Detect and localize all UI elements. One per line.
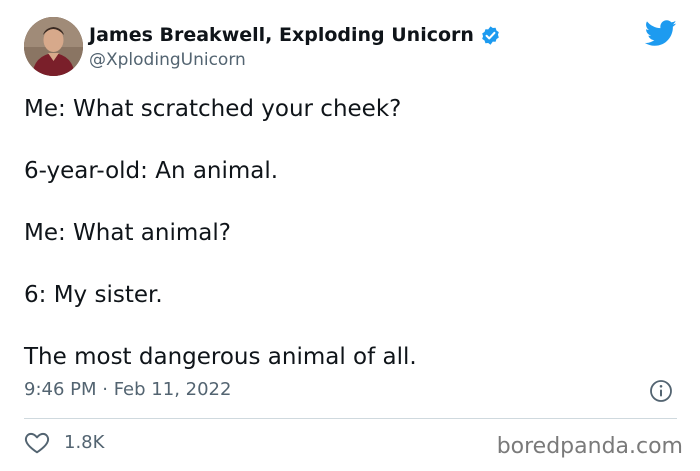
- watermark: boredpanda.com: [496, 434, 683, 459]
- author-name[interactable]: James Breakwell, Exploding Unicorn: [89, 24, 474, 46]
- like-count: 1.8K: [64, 431, 105, 453]
- avatar[interactable]: [24, 17, 83, 76]
- avatar-image: [24, 17, 83, 76]
- author-name-row: James Breakwell, Exploding Unicorn: [89, 22, 501, 48]
- info-icon[interactable]: [649, 379, 673, 403]
- tweet-line: 6-year-old: An animal.: [24, 158, 279, 184]
- twitter-bird-icon[interactable]: [644, 20, 677, 47]
- tweet-timestamp[interactable]: 9:46 PM · Feb 11, 2022: [24, 379, 231, 400]
- tweet-card: James Breakwell, Exploding Unicorn @Xplo…: [0, 0, 700, 471]
- tweet-text: Me: What scratched your cheek? 6-year-ol…: [24, 94, 674, 372]
- tweet-line: Me: What animal?: [24, 220, 231, 246]
- tweet-line: Me: What scratched your cheek?: [24, 96, 402, 122]
- author-block: James Breakwell, Exploding Unicorn @Xplo…: [89, 22, 501, 70]
- divider: [24, 418, 677, 419]
- like-button[interactable]: 1.8K: [24, 430, 104, 454]
- author-handle[interactable]: @XplodingUnicorn: [89, 50, 501, 70]
- verified-badge-icon: [480, 25, 501, 46]
- heart-icon: [24, 430, 50, 454]
- tweet-line: 6: My sister.: [24, 282, 163, 308]
- tweet-line: The most dangerous animal of all.: [24, 344, 417, 370]
